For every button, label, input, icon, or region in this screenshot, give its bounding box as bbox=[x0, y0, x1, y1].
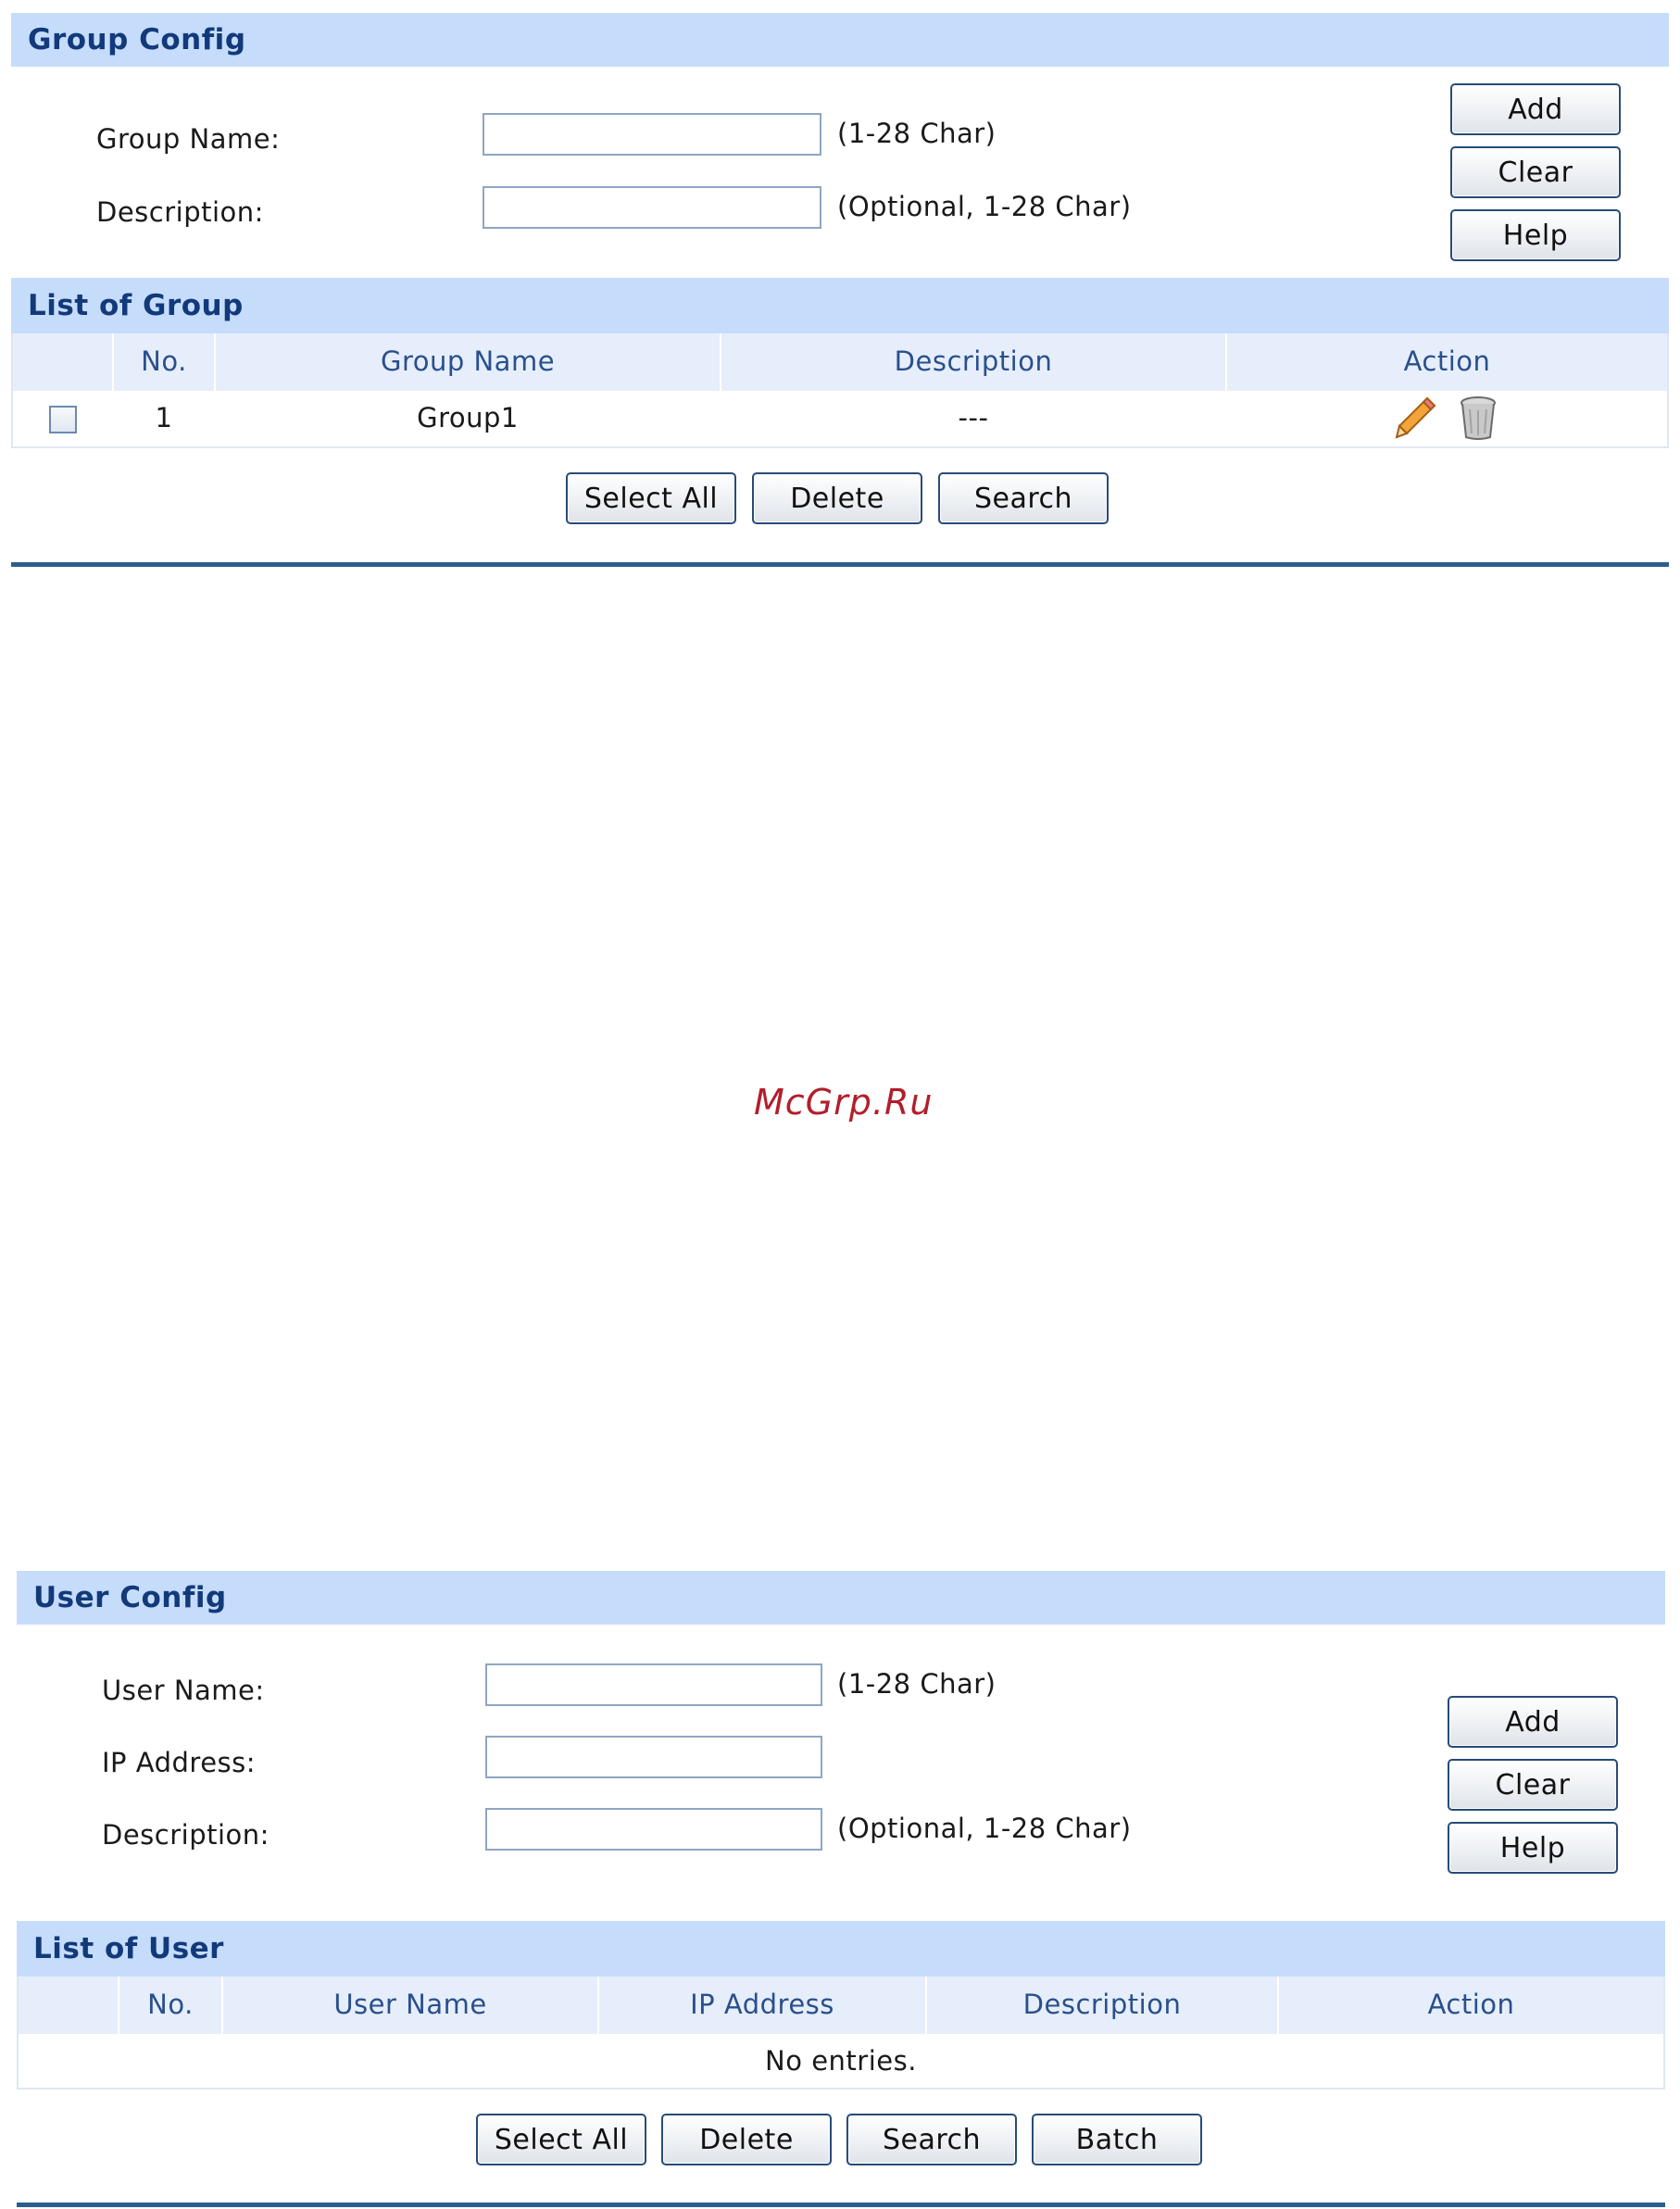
column-header-description: Description bbox=[926, 1977, 1279, 2033]
user-description-hint: (Optional, 1-28 Char) bbox=[837, 1813, 1132, 1844]
user-delete-button[interactable]: Delete bbox=[661, 2114, 832, 2165]
group-help-button[interactable]: Help bbox=[1450, 209, 1621, 261]
group-select-all-button[interactable]: Select All bbox=[566, 472, 736, 524]
group-table-header-row: No. Group Name Description Action bbox=[13, 333, 1667, 390]
user-config-header: User Config bbox=[17, 1571, 1665, 1625]
group-description-hint: (Optional, 1-28 Char) bbox=[837, 191, 1132, 222]
column-header-no: No. bbox=[119, 1977, 223, 2033]
column-header-action: Action bbox=[1226, 333, 1667, 390]
group-description-input[interactable] bbox=[483, 186, 821, 229]
user-select-all-button[interactable]: Select All bbox=[476, 2114, 646, 2165]
group-add-button[interactable]: Add bbox=[1450, 83, 1621, 135]
group-section-divider bbox=[11, 562, 1669, 567]
group-table: No. Group Name Description Action 1 Grou… bbox=[13, 333, 1667, 445]
row-no: 1 bbox=[113, 389, 215, 445]
user-config-title: User Config bbox=[33, 1581, 227, 1614]
user-name-input[interactable] bbox=[485, 1663, 822, 1706]
column-header-select bbox=[19, 1977, 119, 2033]
user-section-divider bbox=[17, 2203, 1665, 2207]
group-config-title: Group Config bbox=[28, 23, 246, 56]
user-search-button[interactable]: Search bbox=[846, 2114, 1017, 2165]
row-description: --- bbox=[721, 389, 1226, 445]
column-header-action: Action bbox=[1278, 1977, 1663, 2033]
table-row-empty: No entries. bbox=[19, 2032, 1663, 2088]
user-name-hint: (1-28 Char) bbox=[837, 1668, 997, 1700]
table-row: 1 Group1 --- bbox=[13, 389, 1667, 445]
user-list-header: List of User bbox=[17, 1921, 1665, 1977]
group-clear-button[interactable]: Clear bbox=[1450, 146, 1621, 198]
watermark-text: McGrp.Ru bbox=[754, 1082, 934, 1123]
user-description-label: Description: bbox=[102, 1819, 270, 1851]
column-header-description: Description bbox=[721, 333, 1227, 390]
user-batch-button[interactable]: Batch bbox=[1032, 2114, 1202, 2165]
column-header-no: No. bbox=[113, 333, 216, 390]
row-group-name: Group1 bbox=[215, 389, 721, 445]
group-delete-button[interactable]: Delete bbox=[752, 472, 922, 524]
user-name-label: User Name: bbox=[102, 1675, 265, 1706]
empty-table-message: No entries. bbox=[19, 2032, 1663, 2088]
group-name-input[interactable] bbox=[483, 113, 821, 156]
column-header-ip-address: IP Address bbox=[598, 1977, 927, 2033]
trash-bin-icon[interactable] bbox=[1457, 395, 1499, 441]
column-header-user-name: User Name bbox=[222, 1977, 599, 2033]
row-action bbox=[1226, 389, 1667, 445]
user-clear-button[interactable]: Clear bbox=[1448, 1759, 1618, 1811]
user-table: No. User Name IP Address Description Act… bbox=[19, 1977, 1663, 2088]
ip-address-input[interactable] bbox=[485, 1736, 822, 1778]
column-header-group-name: Group Name bbox=[215, 333, 721, 390]
pencil-edit-icon[interactable] bbox=[1394, 395, 1436, 441]
ip-address-label: IP Address: bbox=[102, 1747, 257, 1778]
group-config-header: Group Config bbox=[11, 13, 1669, 67]
row-select-checkbox[interactable] bbox=[49, 406, 77, 433]
group-list-header: List of Group bbox=[11, 278, 1669, 333]
user-table-header-row: No. User Name IP Address Description Act… bbox=[19, 1977, 1663, 2033]
group-search-button[interactable]: Search bbox=[938, 472, 1109, 524]
user-help-button[interactable]: Help bbox=[1448, 1822, 1618, 1874]
column-header-select bbox=[13, 333, 114, 390]
group-list-title: List of Group bbox=[28, 289, 244, 322]
user-add-button[interactable]: Add bbox=[1448, 1696, 1618, 1748]
user-list-title: List of User bbox=[33, 1932, 224, 1965]
group-name-label: Group Name: bbox=[96, 123, 281, 155]
user-description-input[interactable] bbox=[485, 1808, 822, 1851]
group-name-hint: (1-28 Char) bbox=[837, 118, 997, 149]
group-description-label: Description: bbox=[96, 196, 264, 228]
